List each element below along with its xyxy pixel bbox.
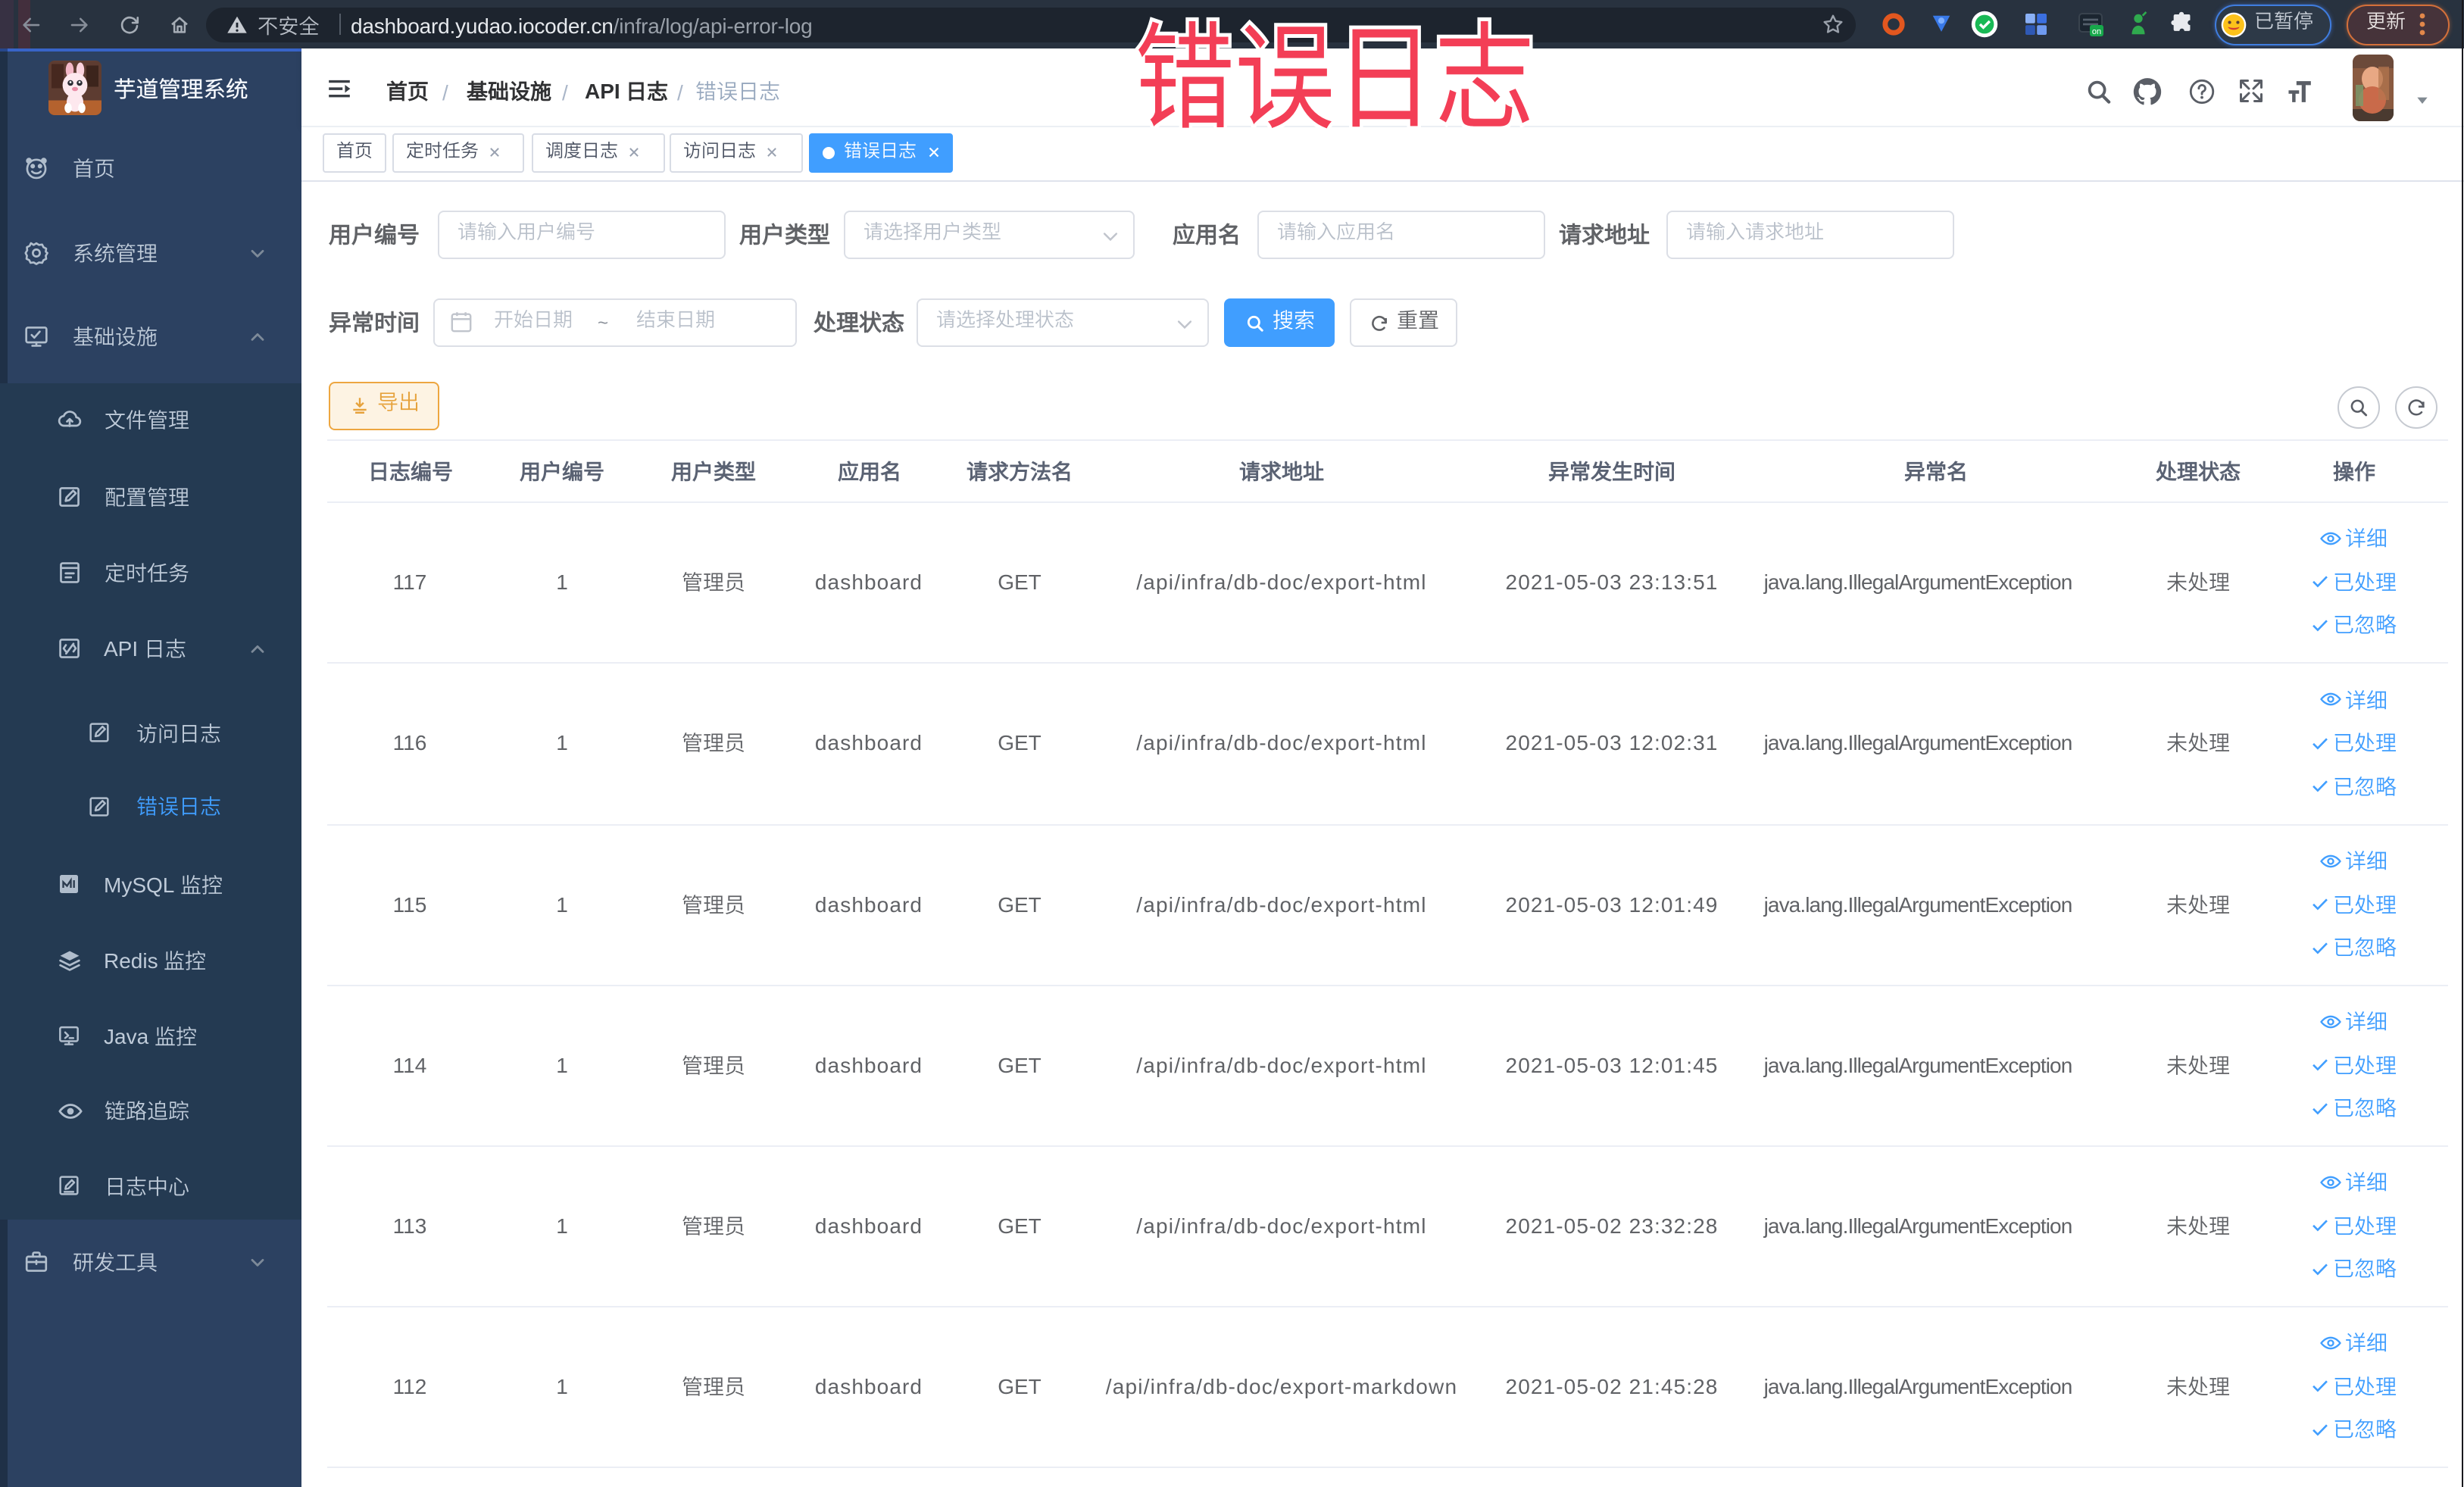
svg-text:on: on [2091, 27, 2100, 36]
